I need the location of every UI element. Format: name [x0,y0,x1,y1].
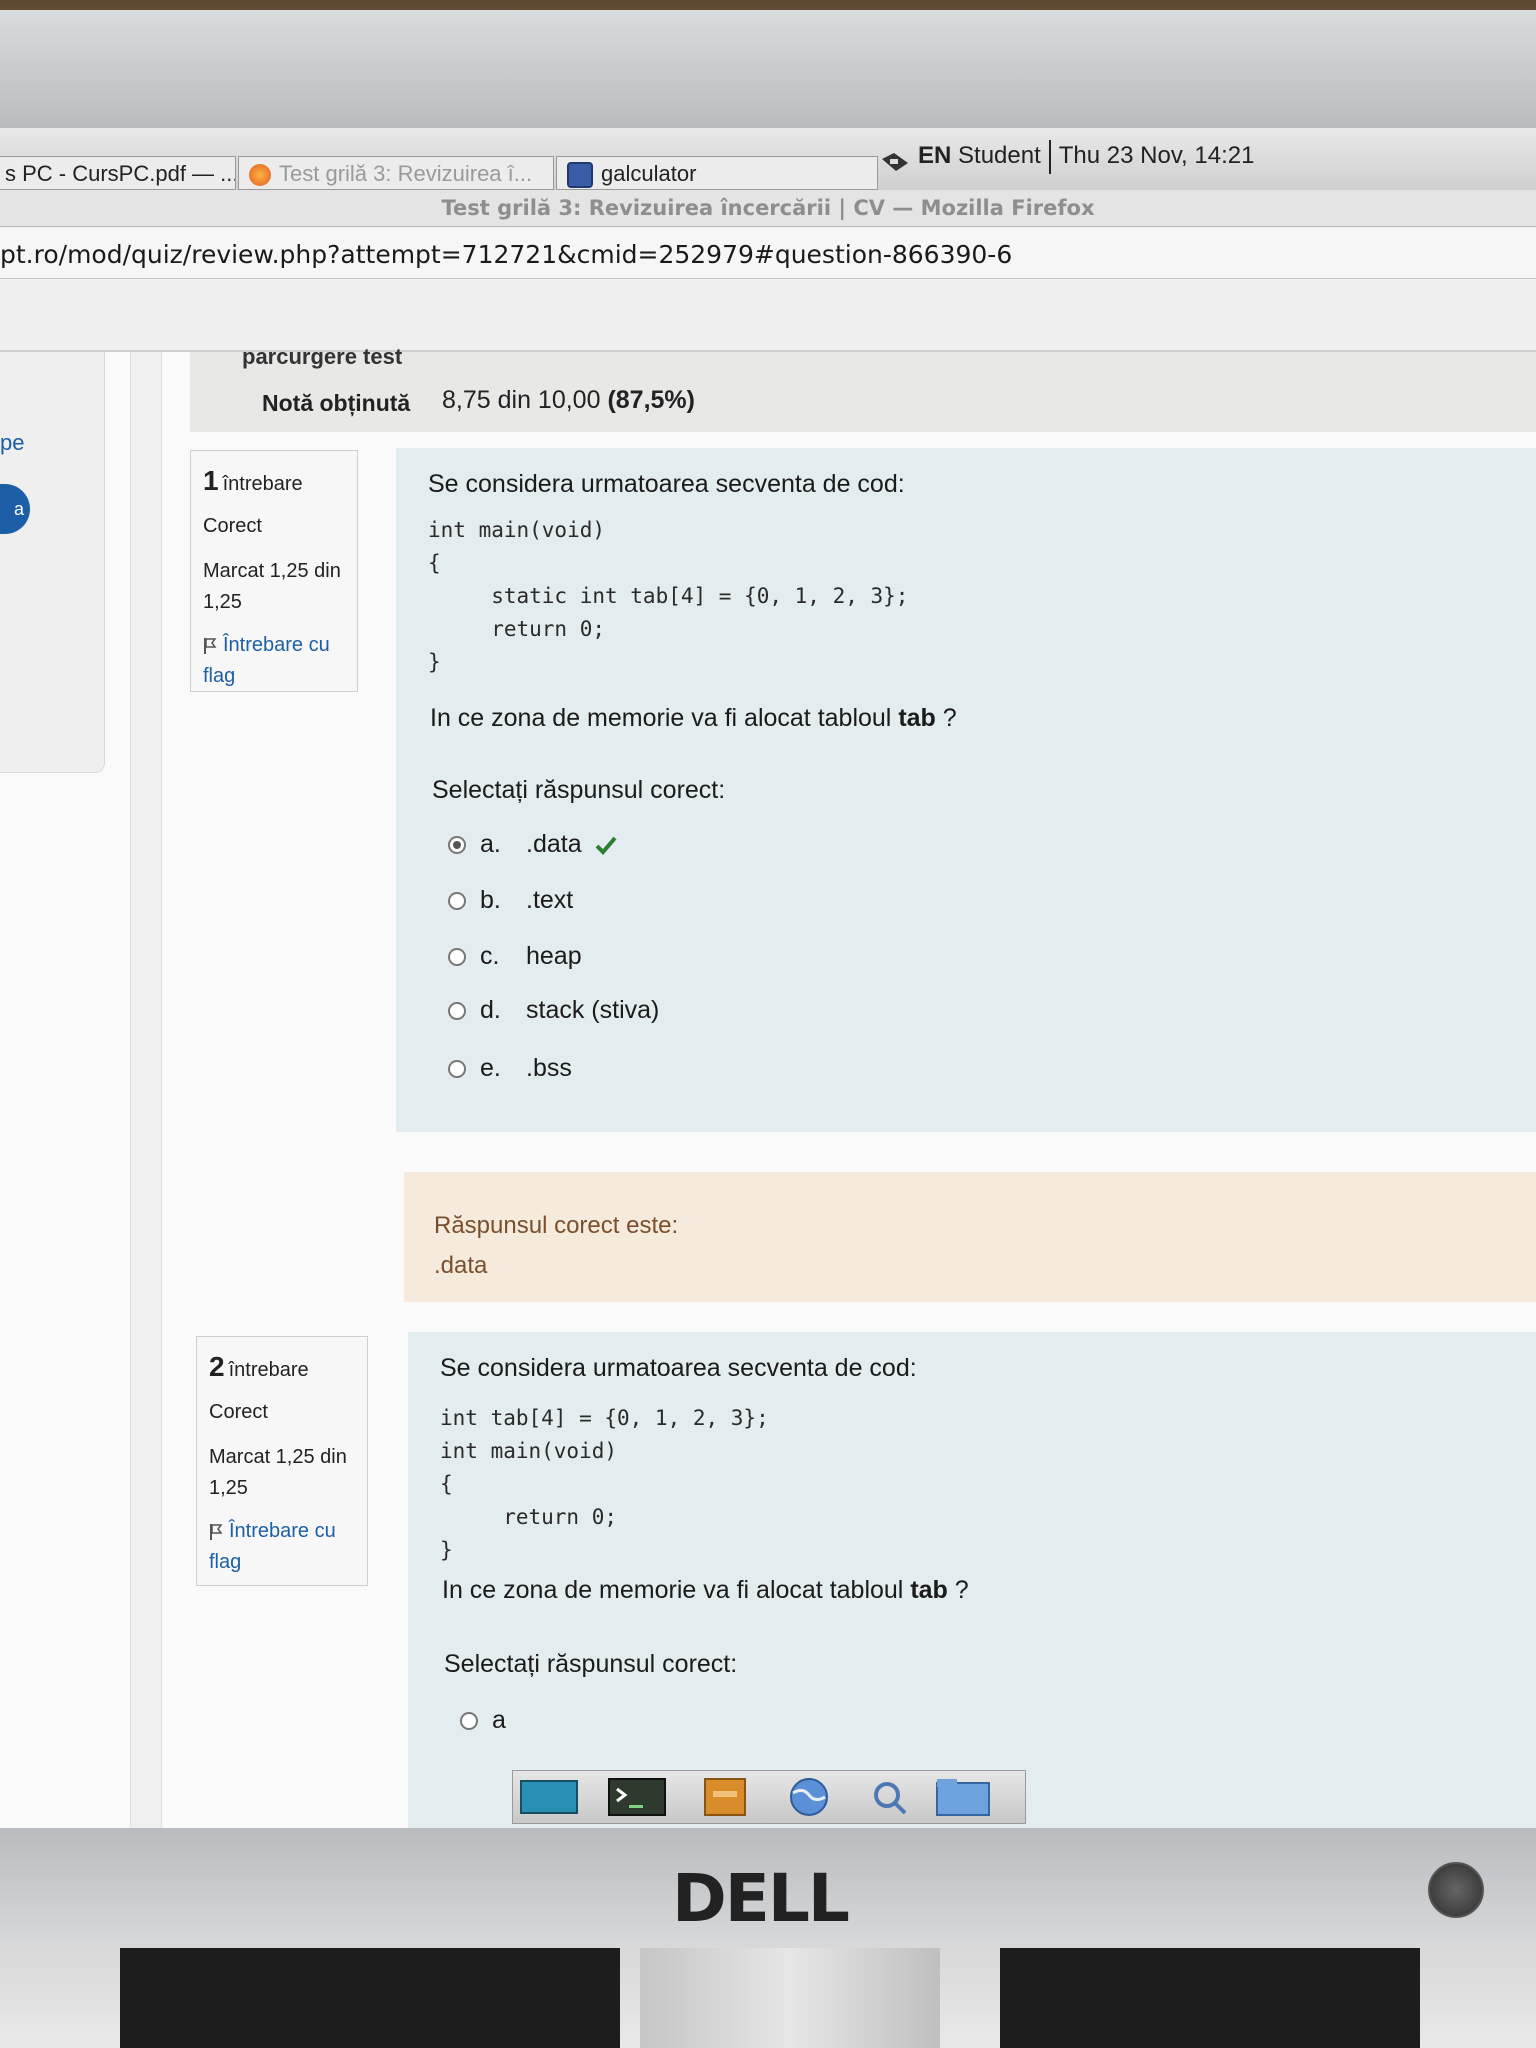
radio-unchecked[interactable] [460,1712,478,1731]
dock [512,1770,1026,1824]
flag-icon [204,637,217,654]
answer-text: .data [526,830,582,858]
answer-text: .bss [526,1054,572,1082]
system-tray: EN Student Thu 23 Nov, 14:21 [880,136,1254,176]
attempt-summary: parcurgere test Notă obținută 8,75 din 1… [190,344,1536,432]
firefox-icon [249,164,271,187]
grade-percent: (87,5%) [607,386,695,414]
taskbar: s PC - CursPC.pdf — ... Test grilă 3: Re… [0,128,1536,191]
question-ask: In ce zona de memorie va fi alocat tablo… [430,704,957,732]
radio-unchecked[interactable] [448,948,466,967]
answer-option-b[interactable]: b. .text [448,882,573,918]
answer-option-a[interactable]: a. .data [448,826,617,862]
flag-question-link[interactable]: Întrebare cu flag [209,1516,355,1578]
question-1-info: 1 întrebare Corect Marcat 1,25 din 1,25 În… [190,450,358,692]
question-2-info: 2 întrebare Corect Marcat 1,25 din 1,25 În… [196,1336,368,1586]
address-bar[interactable]: pt.ro/mod/quiz/review.php?attempt=712721… [0,228,1536,279]
browser-globe-icon[interactable] [779,1777,839,1817]
answer-option-e[interactable]: e. .bss [448,1050,572,1086]
task-label: galculator [601,161,697,186]
power-button-icon[interactable] [1428,1862,1484,1918]
answer-text: heap [526,942,582,970]
monitor-stand-neck [640,1948,940,2048]
flag-icon [210,1523,223,1540]
question-1-formulation: Se considera urmatoarea secventa de cod:… [396,448,1536,1132]
answer-prompt: Selectați răspunsul corect: [444,1650,738,1678]
question-number: 1 întrebare [203,465,303,496]
grade-value: 8,75 din 10,00 (87,5%) [442,386,695,415]
answer-option-a[interactable]: a [460,1702,506,1738]
search-icon[interactable] [861,1777,921,1817]
correct-check-icon [595,837,617,856]
summary-cut-label: parcurgere test [242,344,403,369]
network-icon[interactable] [880,146,910,171]
taskbar-task-galculator[interactable]: galculator [556,156,878,190]
question-text: Se considera urmatoarea secventa de cod: [428,470,905,498]
drawer-link[interactable]: pe [0,430,24,456]
radio-checked[interactable] [448,836,466,855]
content-gutter [130,352,162,1828]
question-state: Corect [203,515,262,537]
answer-option-d[interactable]: d. stack (stiva) [448,992,659,1028]
question-2-formulation: Se considera urmatoarea secventa de cod:… [408,1332,1536,1828]
question-state: Corect [209,1401,268,1423]
window-title: Test grilă 3: Revizuirea încercării | CV… [0,190,1536,227]
url-text[interactable]: pt.ro/mod/quiz/review.php?attempt=712721… [0,240,1012,269]
radio-unchecked[interactable] [448,892,466,911]
tray-separator [1048,139,1051,174]
page-content: pe a parcurgere test Notă obținută 8,75 … [0,344,1536,1828]
question-1-feedback: Răspunsul corect este: .data [404,1172,1536,1302]
grade-label: Notă obținută [262,390,411,416]
file-manager-icon[interactable] [695,1777,755,1817]
right-answer-value: .data [434,1252,488,1279]
clock[interactable]: Thu 23 Nov, 14:21 [1059,142,1255,169]
task-label: Test grilă 3: Revizuirea î... [279,161,533,186]
grade-total: din 10,00 [490,386,608,414]
question-ask: In ce zona de memorie va fi alocat tablo… [442,1576,969,1604]
answer-text: .text [526,886,574,914]
grade-points: 8,75 [442,386,491,414]
keyboard-layout[interactable]: EN [918,142,951,169]
code-block: int tab[4] = {0, 1, 2, 3}; int main(void… [440,1406,769,1562]
left-drawer: pe a [0,352,105,773]
question-mark: Marcat 1,25 din 1,25 [203,560,341,613]
folder-icon[interactable] [933,1777,993,1817]
question-number: 2 întrebare [209,1351,309,1382]
radio-unchecked[interactable] [448,1002,466,1021]
monitor-bezel-top [0,10,1536,130]
question-text: Se considera urmatoarea secventa de cod: [440,1354,917,1382]
terminal-icon[interactable] [607,1777,667,1817]
calculator-icon [567,162,593,189]
flag-question-link[interactable]: Întrebare cu flag [203,630,345,692]
stand-shadow-left [120,1948,620,2048]
taskbar-task-firefox[interactable]: Test grilă 3: Revizuirea î... [238,156,554,190]
stand-shadow-right [1000,1948,1420,2048]
right-answer-label: Răspunsul corect este: [434,1212,679,1239]
monitor-brand-logo: DELL [672,1860,850,1937]
monitor-screen: s PC - CursPC.pdf — ... Test grilă 3: Re… [0,128,1536,1828]
drawer-button[interactable]: a [0,484,30,534]
answer-prompt: Selectați răspunsul corect: [432,776,726,804]
user-name[interactable]: Student [958,142,1041,169]
code-block: int main(void) { static int tab[4] = {0,… [428,518,909,674]
desktop-icon[interactable] [519,1777,579,1817]
page-header-band [0,280,1536,352]
answer-text: stack (stiva) [526,996,660,1024]
question-mark: Marcat 1,25 din 1,25 [209,1446,347,1499]
task-label: s PC - CursPC.pdf — ... [5,161,236,186]
taskbar-task-pdf[interactable]: s PC - CursPC.pdf — ... [0,156,236,190]
radio-unchecked[interactable] [448,1060,466,1079]
answer-option-c[interactable]: c. heap [448,938,582,974]
